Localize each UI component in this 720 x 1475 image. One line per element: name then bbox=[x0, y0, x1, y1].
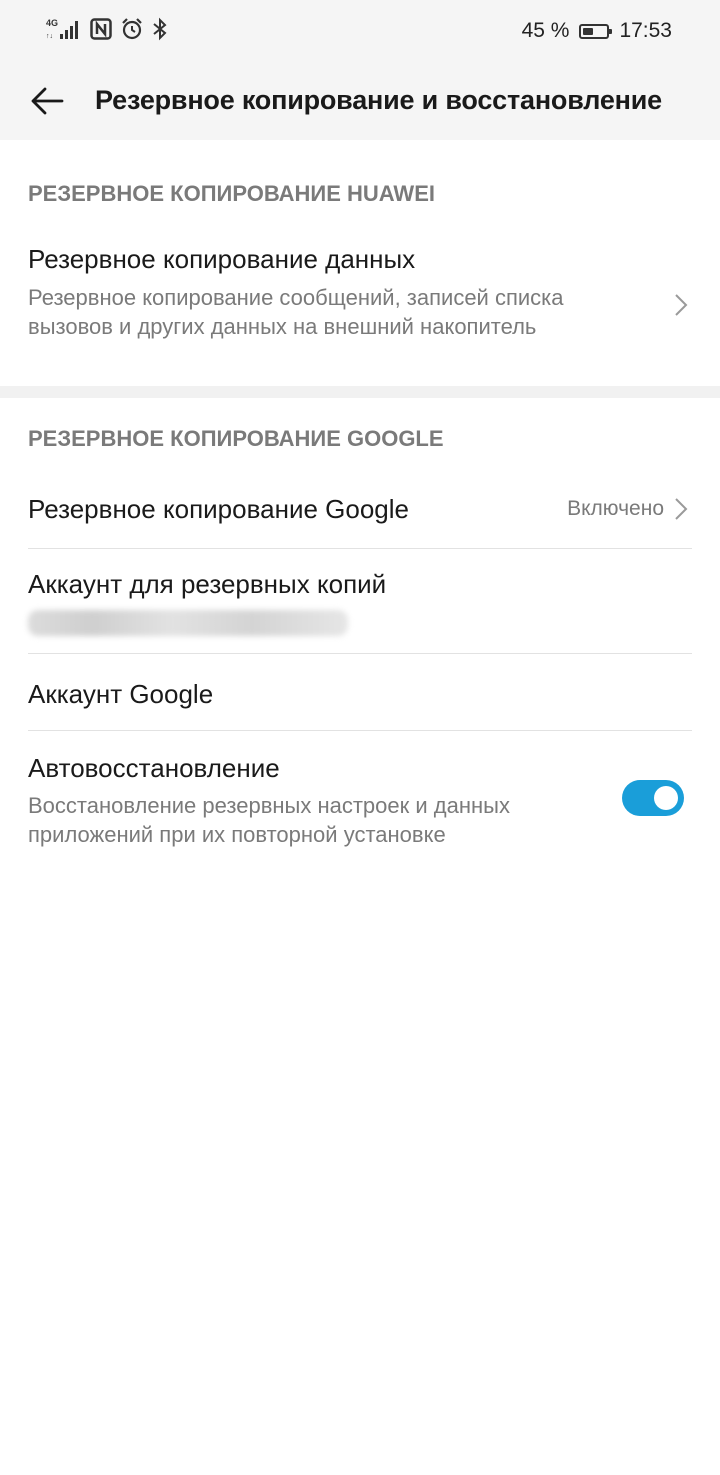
item-google-account[interactable]: Аккаунт Google bbox=[0, 654, 720, 730]
blurred-email-value bbox=[28, 610, 348, 636]
item-title: Резервное копирование Google bbox=[28, 494, 409, 524]
battery-percent: 45 % bbox=[521, 19, 570, 42]
section-header-google: РЕЗЕРВНОЕ КОПИРОВАНИЕ GOOGLE bbox=[28, 426, 444, 451]
status-icons-right: 45 % 17:53 bbox=[522, 14, 672, 48]
item-auto-restore[interactable]: Автовосстановление Восстановление резерв… bbox=[0, 731, 720, 861]
arrow-left-icon bbox=[31, 87, 64, 115]
signal-icon: 4G ↑↓ bbox=[46, 17, 82, 46]
section-header-huawei: РЕЗЕРВНОЕ КОПИРОВАНИЕ HUAWEI bbox=[28, 181, 435, 206]
item-google-backup[interactable]: Резервное копирование Google Включено bbox=[0, 474, 720, 548]
status-icons-left: 4G ↑↓ bbox=[46, 16, 176, 46]
svg-text:4G: 4G bbox=[46, 18, 58, 28]
battery-fill bbox=[583, 27, 594, 35]
alarm-icon bbox=[120, 17, 144, 46]
chevron-right-icon bbox=[675, 294, 688, 316]
clock: 17:53 bbox=[619, 19, 672, 42]
item-value-status: Включено bbox=[567, 497, 664, 520]
item-title: Аккаунт Google bbox=[28, 679, 214, 709]
item-subtitle: Резервное копирование сообщений, записей… bbox=[28, 285, 564, 339]
status-bar: 4G ↑↓ 45 % 17:53 bbox=[0, 0, 720, 62]
item-title: Резервное копирование данных bbox=[28, 244, 416, 274]
toolbar: Резервное копирование и восстановление bbox=[0, 62, 720, 140]
back-button[interactable] bbox=[20, 74, 74, 128]
item-title: Аккаунт для резервных копий bbox=[28, 569, 387, 599]
auto-restore-toggle[interactable] bbox=[622, 780, 684, 816]
toggle-knob bbox=[654, 786, 678, 810]
item-backup-account[interactable]: Аккаунт для резервных копий bbox=[0, 549, 720, 653]
page-title: Резервное копирование и восстановление bbox=[95, 85, 662, 115]
item-subtitle: Восстановление резервных настроек и данн… bbox=[28, 793, 510, 847]
section-separator bbox=[0, 386, 720, 398]
chevron-right-icon bbox=[675, 498, 688, 520]
item-data-backup[interactable]: Резервное копирование данных Резервное к… bbox=[0, 230, 720, 380]
svg-text:↑↓: ↑↓ bbox=[46, 33, 53, 40]
bluetooth-icon bbox=[152, 17, 168, 46]
battery-icon bbox=[579, 23, 613, 39]
nfc-icon bbox=[90, 17, 112, 45]
item-title: Автовосстановление bbox=[28, 753, 280, 783]
